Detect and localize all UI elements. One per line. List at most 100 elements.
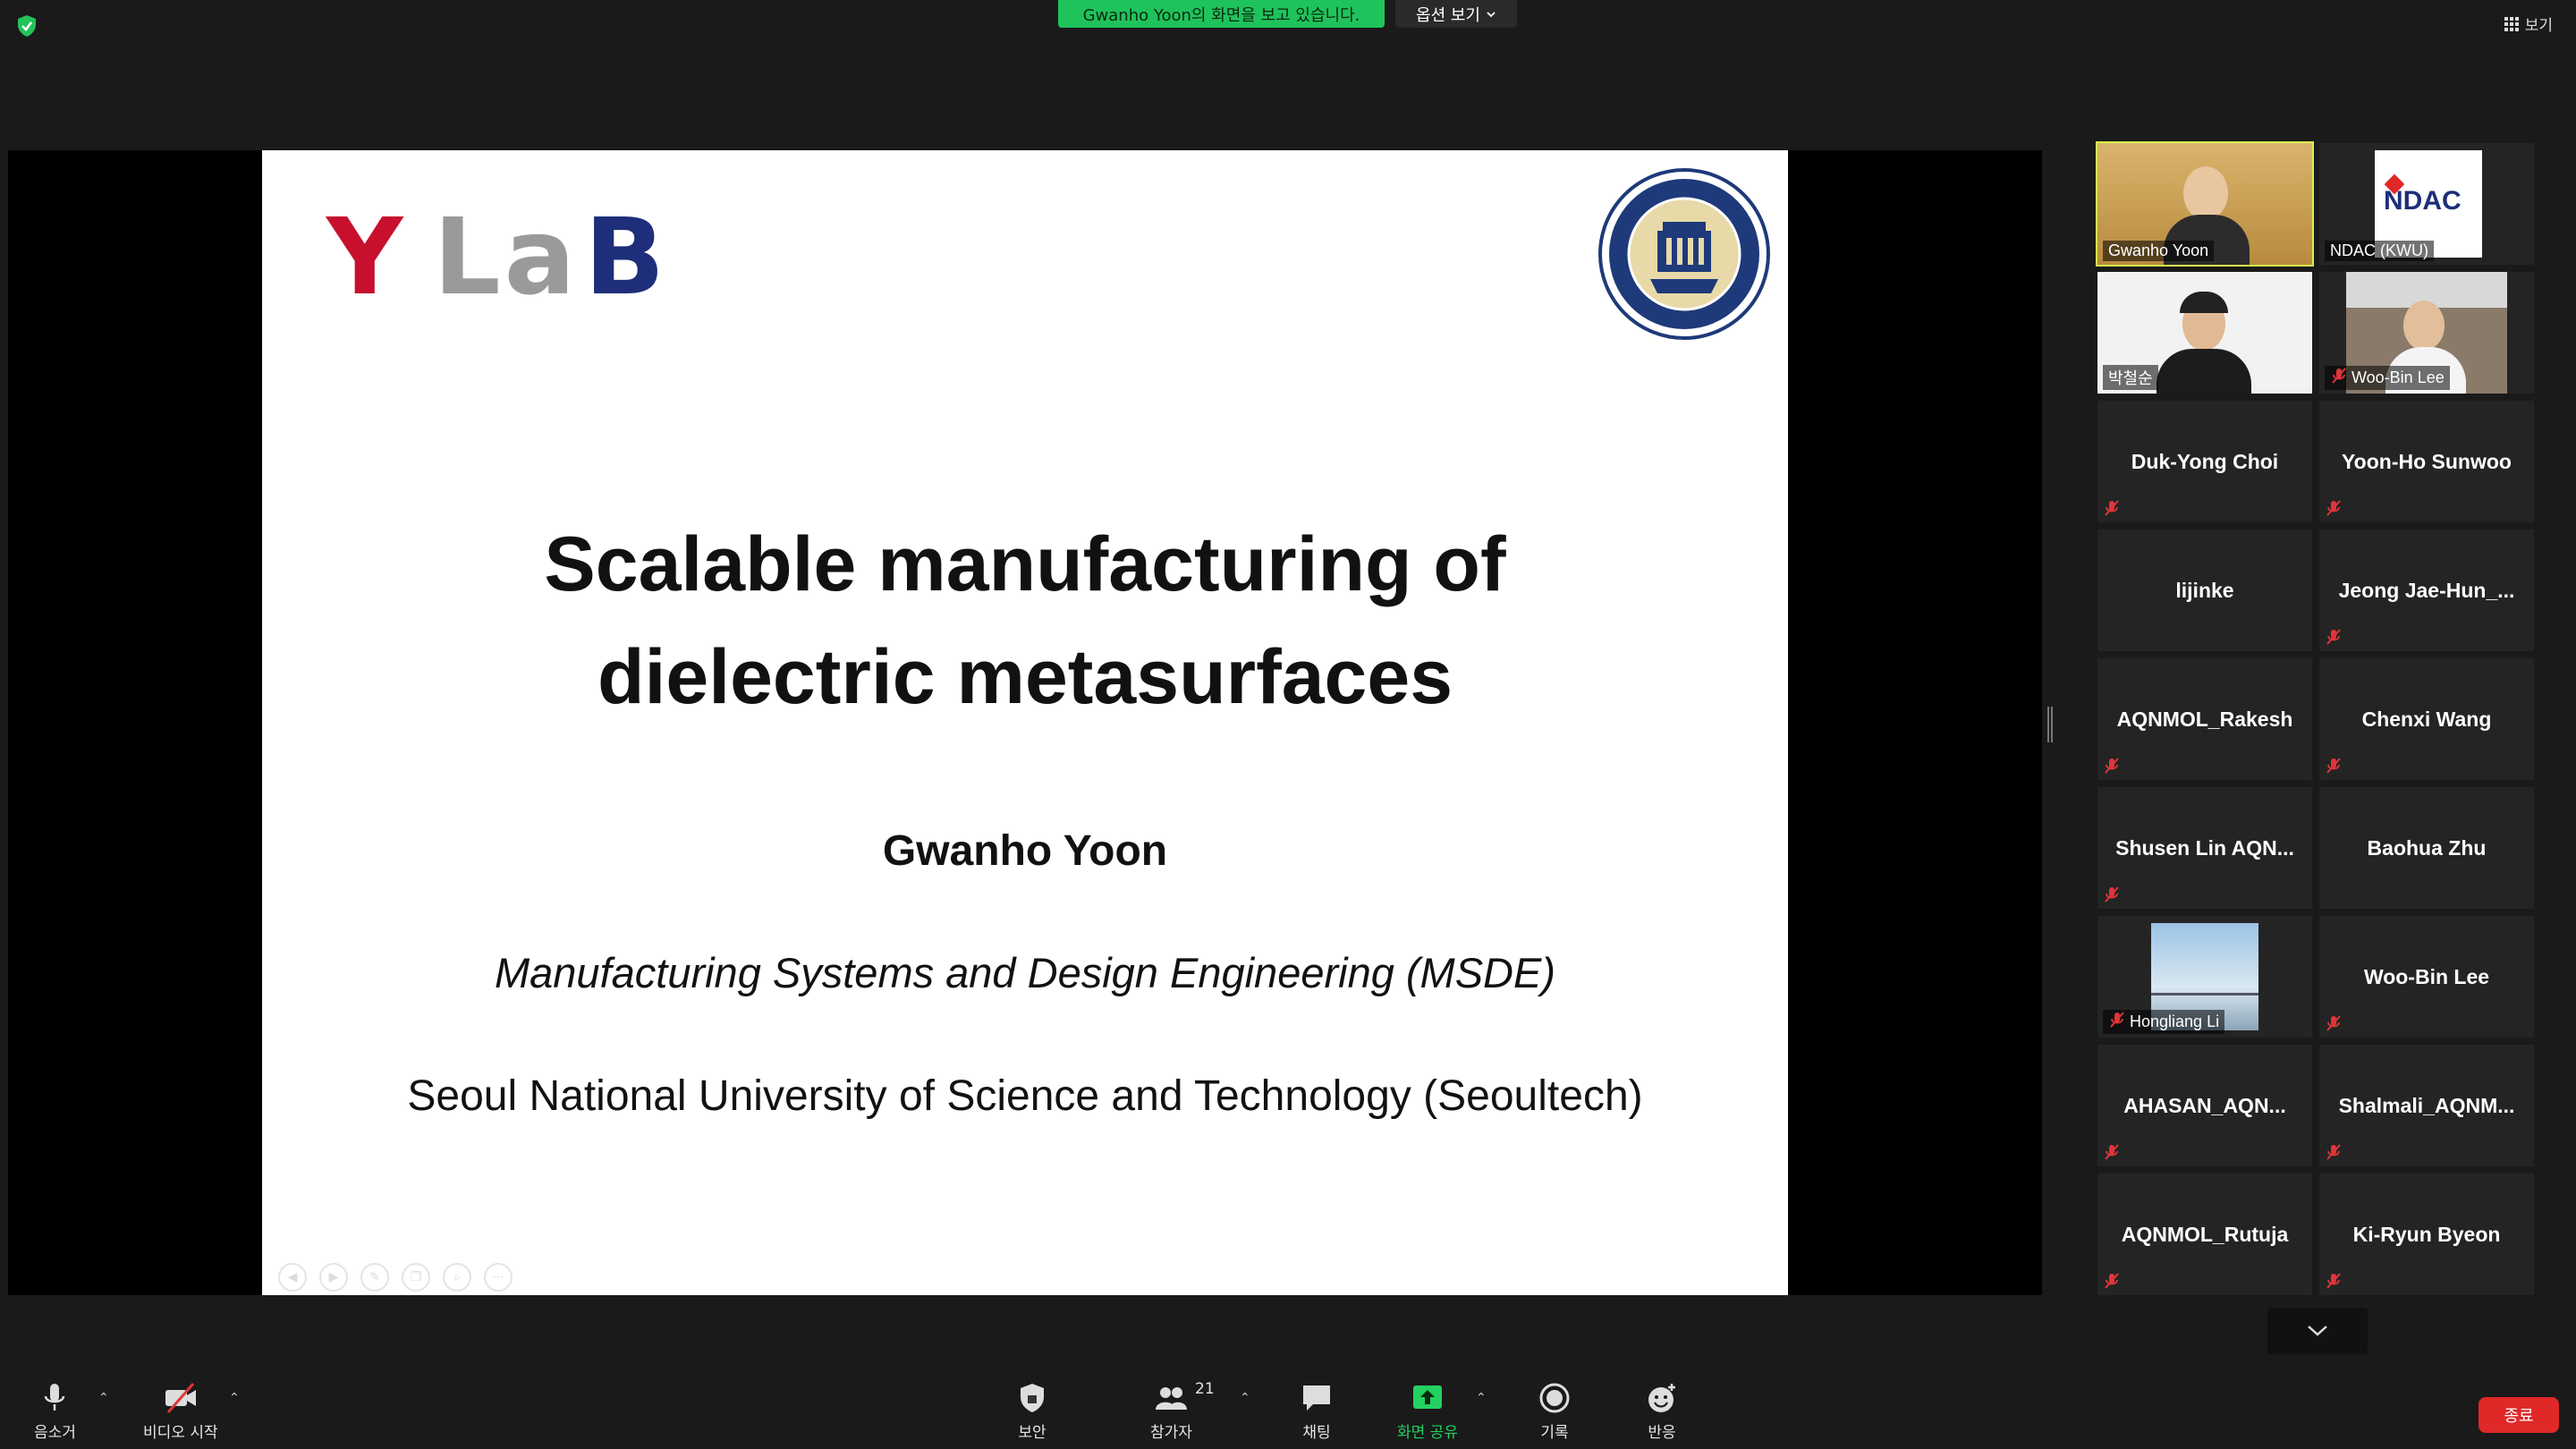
participant-tile[interactable]: Ki-Ryun Byeon <box>2319 1174 2534 1295</box>
participants-options-caret[interactable]: ⌃ <box>1240 1391 1250 1405</box>
participant-tile[interactable]: Baohua Zhu <box>2319 787 2534 909</box>
video-options-caret[interactable]: ⌃ <box>229 1391 240 1405</box>
slideshow-controls: ◀ ▶ ✎ ❐ ⌕ ⋯ <box>278 1263 513 1292</box>
grid-icon <box>2504 16 2519 31</box>
share-screen-label: 화면 공유 <box>1397 1424 1458 1442</box>
presentation-slide: Y La B Scalable manufacturing of dielect… <box>262 150 1788 1295</box>
chat-button[interactable]: 채팅 <box>1299 1380 1335 1442</box>
muted-microphone-icon <box>2325 1143 2343 1161</box>
end-meeting-button[interactable]: 종료 <box>2479 1397 2559 1433</box>
title-line-1: Scalable manufacturing of <box>544 521 1506 607</box>
participant-name-label: NDAC (KWU) <box>2325 241 2434 261</box>
chevron-down-icon <box>1487 11 1496 17</box>
chat-icon <box>1303 1385 1330 1411</box>
muted-microphone-icon <box>2325 499 2343 517</box>
muted-microphone-icon <box>2325 1014 2343 1032</box>
muted-microphone-icon <box>2103 886 2121 903</box>
share-options-caret[interactable]: ⌃ <box>1476 1391 1487 1405</box>
participant-tile[interactable]: Hongliang Li <box>2097 916 2312 1038</box>
gallery-scroll-down-button[interactable] <box>2267 1308 2368 1354</box>
title-line-2: dielectric metasurfaces <box>597 634 1453 720</box>
audio-options-caret[interactable]: ⌃ <box>98 1391 109 1405</box>
muted-microphone-icon <box>2103 499 2121 517</box>
slide-author: Gwanho Yoon <box>882 827 1168 875</box>
participant-name: Baohua Zhu <box>2367 835 2487 860</box>
participant-tile[interactable]: Shalmali_AQNM... <box>2319 1045 2534 1166</box>
panel-resize-handle[interactable] <box>2047 707 2053 742</box>
participants-icon <box>1156 1387 1188 1410</box>
participant-tile[interactable]: 박철순 <box>2097 272 2312 394</box>
participants-count: 21 <box>1195 1380 1215 1398</box>
share-screen-icon <box>1412 1385 1442 1409</box>
participant-name: Woo-Bin Lee <box>2363 964 2490 988</box>
slides-icon[interactable]: ❐ <box>402 1263 430 1292</box>
participant-name-label: Hongliang Li <box>2103 1010 2225 1034</box>
muted-microphone-icon <box>2325 628 2343 646</box>
record-label: 기록 <box>1540 1424 1569 1442</box>
muted-microphone-icon <box>2103 1272 2121 1290</box>
chevron-down-icon <box>2308 1326 2327 1336</box>
reactions-button[interactable]: 반응 <box>1644 1380 1680 1442</box>
participant-tile[interactable]: AHASAN_AQN... <box>2097 1045 2312 1166</box>
participant-name: 박철순 <box>2108 369 2153 387</box>
security-label: 보안 <box>1018 1424 1046 1442</box>
start-video-button[interactable]: 비디오 시작 <box>143 1380 218 1442</box>
participant-name: Jeong Jae-Hun_... <box>2338 578 2515 602</box>
participant-tile[interactable]: Duk-Yong Choi <box>2097 401 2312 522</box>
logo-la: La <box>433 195 580 318</box>
participant-tile[interactable]: Woo-Bin Lee <box>2319 916 2534 1038</box>
more-icon[interactable]: ⋯ <box>484 1263 513 1292</box>
participant-tile[interactable]: Yoon-Ho Sunwoo <box>2319 401 2534 522</box>
muted-microphone-icon <box>2325 1272 2343 1290</box>
participant-name: AQNMOL_Rutuja <box>2121 1222 2289 1246</box>
start-video-label: 비디오 시작 <box>143 1424 218 1442</box>
record-button[interactable]: 기록 <box>1537 1380 1572 1442</box>
gallery-view-button[interactable]: 보기 <box>2504 13 2553 35</box>
chat-label: 채팅 <box>1302 1424 1331 1442</box>
participant-name: Shalmali_AQNM... <box>2338 1093 2515 1117</box>
participant-name: lijinke <box>2175 578 2234 602</box>
participant-name: Woo-Bin Lee <box>2351 369 2445 386</box>
participant-tile[interactable]: lijinke <box>2097 530 2312 651</box>
next-slide-icon[interactable]: ▶ <box>319 1263 348 1292</box>
participant-tile[interactable]: Gwanho Yoon <box>2096 141 2314 267</box>
reactions-icon <box>1648 1384 1675 1412</box>
share-screen-button[interactable]: 화면 공유 <box>1397 1380 1458 1442</box>
view-options-button[interactable]: 옵션 보기 <box>1395 0 1517 28</box>
participant-name-label: 박철순 <box>2103 365 2158 390</box>
meeting-toolbar: 음소거 ⌃ 비디오 시작 ⌃ 보안 참가자 21 ⌃ 채팅 화면 공유 ⌃ 기록 <box>0 1373 2576 1449</box>
participants-label: 참가자 <box>1150 1424 1192 1442</box>
participant-tile[interactable]: AQNMOL_Rutuja <box>2097 1174 2312 1295</box>
prev-slide-icon[interactable]: ◀ <box>278 1263 307 1292</box>
participant-tile[interactable]: AQNMOL_Rakesh <box>2097 658 2312 780</box>
encryption-shield-icon[interactable] <box>16 14 38 38</box>
participant-name: Chenxi Wang <box>2361 707 2492 731</box>
logo-y: Y <box>326 195 407 318</box>
zoom-meeting-window: Gwanho Yoon의 화면을 보고 있습니다. 옵션 보기 보기 Y La … <box>0 0 2576 1449</box>
viewing-screen-banner: Gwanho Yoon의 화면을 보고 있습니다. <box>1058 0 1385 28</box>
participant-name: Shusen Lin AQN... <box>2115 835 2294 860</box>
zoom-icon[interactable]: ⌕ <box>443 1263 471 1292</box>
participant-name: Gwanho Yoon <box>2108 242 2209 259</box>
mute-button[interactable]: 음소거 <box>34 1380 76 1442</box>
view-options-label: 옵션 보기 <box>1416 5 1480 25</box>
participant-name: NDAC (KWU) <box>2330 242 2428 259</box>
participant-name: Duk-Yong Choi <box>2131 449 2279 473</box>
muted-microphone-icon <box>2108 1011 2126 1033</box>
participant-tile[interactable]: Woo-Bin Lee <box>2319 272 2534 394</box>
microphone-icon <box>45 1384 65 1411</box>
participant-tile[interactable]: Shusen Lin AQN... <box>2097 787 2312 909</box>
participant-tile[interactable]: Jeong Jae-Hun_... <box>2319 530 2534 651</box>
security-button[interactable]: 보안 <box>1014 1380 1050 1442</box>
record-icon <box>1539 1383 1570 1413</box>
muted-microphone-icon <box>2103 1143 2121 1161</box>
muted-microphone-icon <box>2325 757 2343 775</box>
participants-button[interactable]: 참가자 <box>1150 1380 1192 1442</box>
participant-name: Ki-Ryun Byeon <box>2352 1222 2501 1246</box>
slide-department: Manufacturing Systems and Design Enginee… <box>495 949 1555 996</box>
mute-label: 음소거 <box>34 1424 76 1442</box>
pen-icon[interactable]: ✎ <box>360 1263 389 1292</box>
participant-tile[interactable]: Chenxi Wang <box>2319 658 2534 780</box>
participant-tile[interactable]: NDAC NDAC (KWU) <box>2319 143 2534 265</box>
slide-title: Scalable manufacturing of dielectric met… <box>262 508 1788 733</box>
